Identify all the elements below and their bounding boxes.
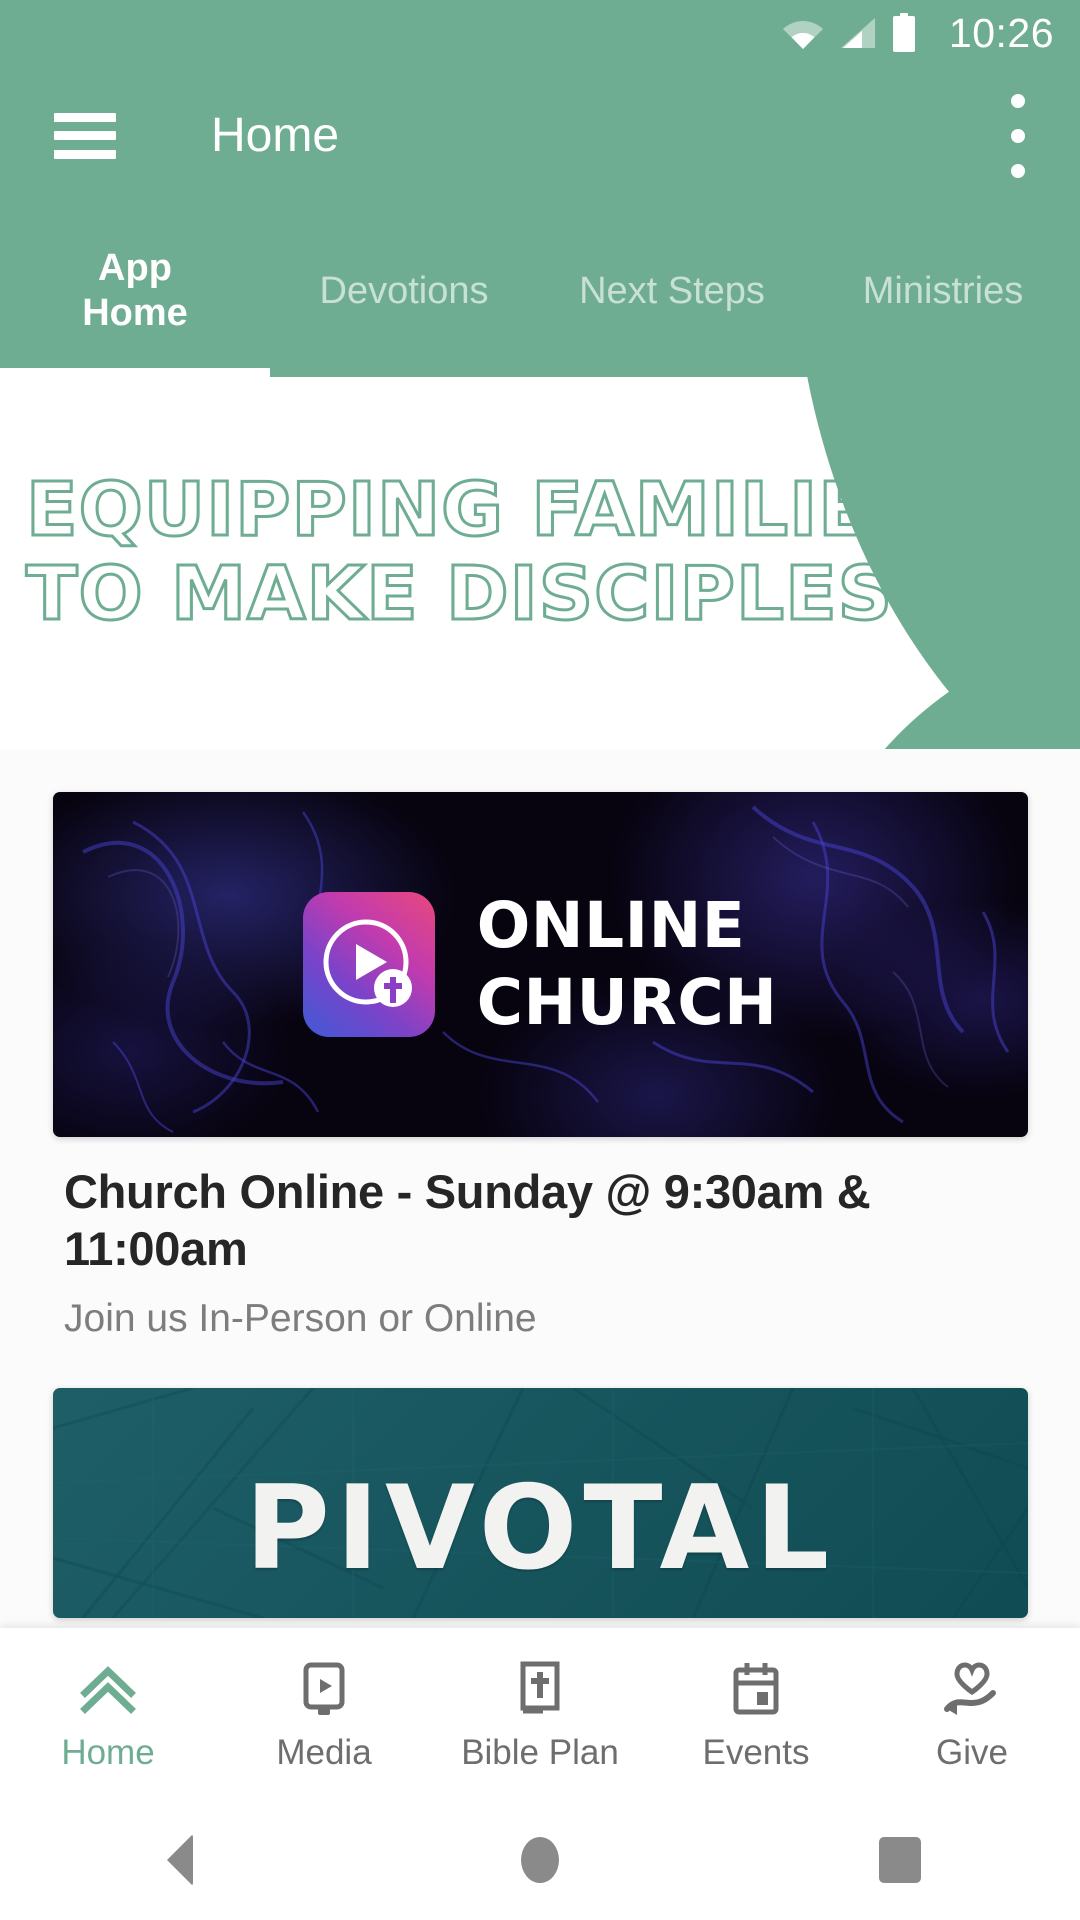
android-system-navigation <box>0 1800 1080 1920</box>
home-glyph <box>521 1837 559 1883</box>
tab-label: Ministries <box>862 269 1024 312</box>
tab-devotions[interactable]: Devotions <box>270 205 538 377</box>
pivotal-title: PIVOTAL <box>244 1461 836 1597</box>
card-church-online-caption[interactable]: Church Online - Sunday @ 9:30am & 11:00a… <box>0 1137 1080 1342</box>
online-church-content: ONLINE CHURCH <box>302 888 778 1042</box>
card-subtitle: Join us In-Person or Online <box>64 1296 537 1340</box>
tab-label: App Home <box>82 247 188 334</box>
back-glyph <box>167 1834 193 1886</box>
bottom-nav-label: Give <box>936 1732 1008 1772</box>
bottom-navigation-bar: Home Media Bible Plan Events Give <box>0 1628 1080 1800</box>
calendar-icon <box>733 1662 779 1714</box>
double-chevron-up-icon <box>80 1665 136 1714</box>
tab-bar: App Home Devotions Next Steps Ministries <box>0 205 1080 377</box>
tablet-play-icon <box>303 1662 345 1715</box>
bible-book-icon <box>520 1661 560 1713</box>
status-bar: 10:26 <box>0 0 1080 66</box>
recents-glyph <box>879 1837 921 1883</box>
content-scroll-area[interactable]: EQUIPPING FAMILIES TO MAKE DISCIPLES ONL… <box>0 377 1080 1628</box>
hero-banner[interactable]: EQUIPPING FAMILIES TO MAKE DISCIPLES <box>0 377 1080 749</box>
card-pivotal-image[interactable]: PIVOTAL <box>52 1388 1028 1619</box>
app-bar: Home <box>0 66 1080 205</box>
tab-next-steps[interactable]: Next Steps <box>538 205 806 377</box>
tab-ministries[interactable]: Ministries <box>806 205 1080 377</box>
overflow-dot <box>1011 93 1025 108</box>
overflow-dot <box>1011 128 1025 143</box>
app-screen: 10:26 Home App Home Devotions Next Steps… <box>0 0 1080 1920</box>
page-title: Home <box>211 108 340 162</box>
bottom-nav-item-media[interactable]: Media <box>216 1628 432 1800</box>
hand-heart-icon <box>944 1661 996 1715</box>
recents-square-icon[interactable] <box>835 1800 965 1920</box>
battery-full-icon <box>892 13 915 52</box>
status-clock: 10:26 <box>948 9 1054 56</box>
bottom-nav-item-bible-plan[interactable]: Bible Plan <box>432 1628 648 1800</box>
cellular-signal-icon <box>840 18 875 48</box>
hero-headline: EQUIPPING FAMILIES TO MAKE DISCIPLES <box>24 467 927 637</box>
status-icon-group: 10:26 <box>782 9 1054 56</box>
card-title: Church Online - Sunday @ 9:30am & 11:00a… <box>64 1165 871 1276</box>
overflow-dot <box>1011 163 1025 178</box>
hamburger-bar <box>54 149 116 159</box>
bottom-nav-label: Bible Plan <box>461 1732 619 1772</box>
bottom-nav-label: Events <box>702 1732 810 1772</box>
wifi-icon <box>782 21 823 49</box>
tab-app-home[interactable]: App Home <box>0 205 270 377</box>
bottom-nav-item-events[interactable]: Events <box>648 1628 864 1800</box>
hamburger-menu-icon[interactable] <box>54 112 116 159</box>
online-church-title: ONLINE CHURCH <box>476 888 778 1039</box>
tab-label: Next Steps <box>579 269 765 312</box>
bottom-nav-item-give[interactable]: Give <box>864 1628 1080 1800</box>
back-triangle-icon[interactable] <box>115 1800 245 1920</box>
tab-label: Devotions <box>319 269 489 312</box>
active-tab-indicator <box>0 368 270 377</box>
bottom-nav-label: Home <box>61 1732 155 1772</box>
hamburger-bar <box>54 112 116 122</box>
home-circle-icon[interactable] <box>475 1800 605 1920</box>
hamburger-bar <box>54 131 116 140</box>
bottom-nav-label: Media <box>276 1732 372 1772</box>
play-cross-app-icon <box>302 892 435 1037</box>
bottom-nav-item-home[interactable]: Home <box>0 1628 216 1800</box>
more-vertical-icon[interactable] <box>988 93 1048 178</box>
card-church-online-image[interactable]: ONLINE CHURCH <box>52 792 1028 1137</box>
